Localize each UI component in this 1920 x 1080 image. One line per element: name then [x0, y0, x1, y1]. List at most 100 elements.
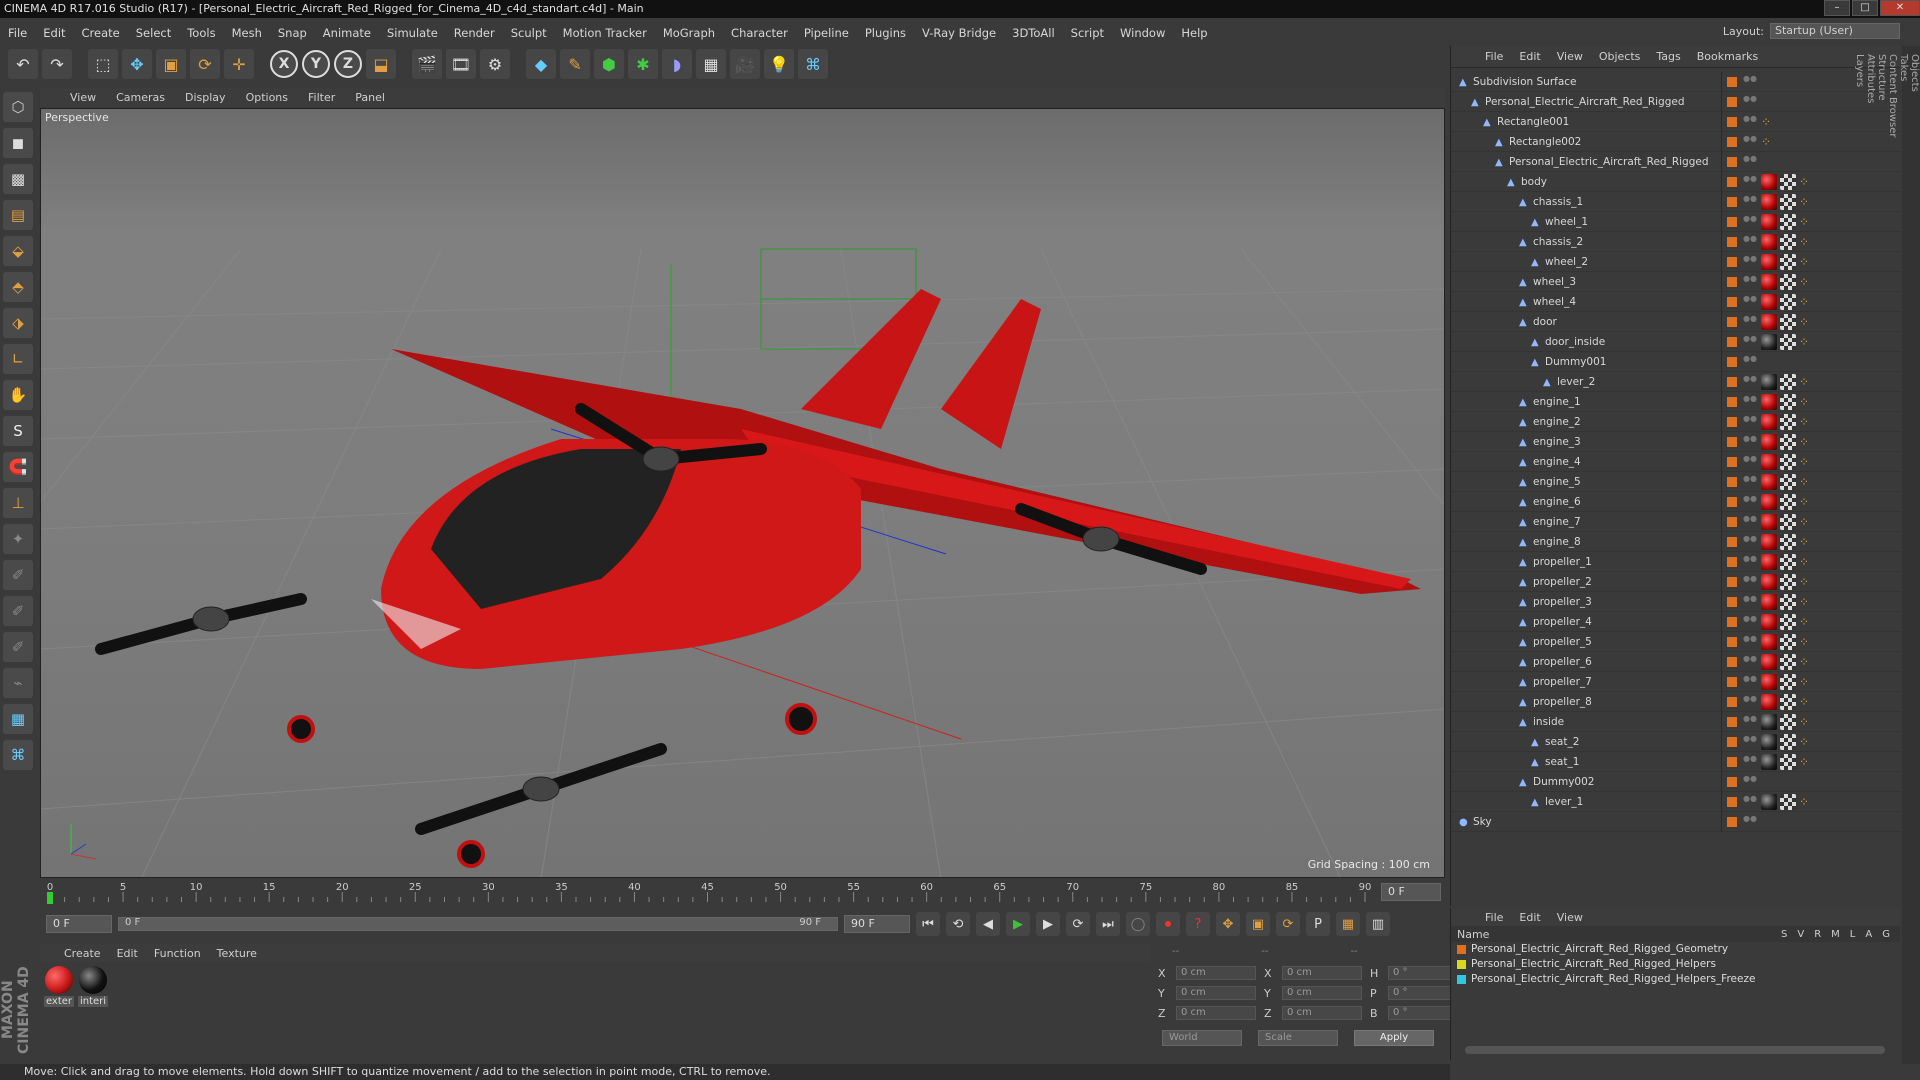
layer-row[interactable]: Personal_Electric_Aircraft_Red_Rigged_Ge…	[1451, 942, 1900, 957]
uvw-tag-icon[interactable]	[1780, 294, 1796, 310]
menu-pipeline[interactable]: Pipeline	[796, 26, 857, 40]
phong-tag-icon[interactable]: ⁘	[1799, 634, 1815, 650]
layer-color-swatch[interactable]	[1727, 657, 1737, 667]
menu-script[interactable]: Script	[1063, 26, 1112, 40]
layer-color-swatch[interactable]	[1727, 637, 1737, 647]
minimize-button[interactable]: –	[1824, 0, 1850, 16]
lock-workplane-icon[interactable]: ▦	[3, 704, 33, 734]
phong-tag-icon[interactable]: ⁘	[1799, 374, 1815, 390]
red-material-tag-icon[interactable]	[1761, 174, 1777, 190]
red-material-tag-icon[interactable]	[1761, 414, 1777, 430]
uvw-tag-icon[interactable]	[1780, 674, 1796, 690]
red-material-tag-icon[interactable]	[1761, 294, 1777, 310]
layer-color-swatch[interactable]	[1727, 597, 1737, 607]
viewport-menu-cameras[interactable]: Cameras	[106, 91, 175, 104]
phong-tag-icon[interactable]: ⁘	[1799, 754, 1815, 770]
object-row[interactable]: ▲ propeller_8 ●● ⁘	[1451, 692, 1901, 712]
visibility-dots[interactable]: ●●	[1743, 215, 1757, 229]
visibility-dots[interactable]: ●●	[1743, 235, 1757, 249]
layer-menu-view[interactable]: View	[1549, 911, 1591, 924]
uvw-tag-icon[interactable]	[1780, 574, 1796, 590]
layer-color-swatch[interactable]	[1457, 960, 1466, 969]
red-material-tag-icon[interactable]	[1761, 454, 1777, 470]
key-rotation-icon[interactable]: ⟳	[1276, 912, 1300, 936]
layer-color-swatch[interactable]	[1727, 277, 1737, 287]
layer-color-swatch[interactable]	[1727, 697, 1737, 707]
object-row[interactable]: ▲ engine_1 ●● ⁘	[1451, 392, 1901, 412]
menu-window[interactable]: Window	[1112, 26, 1173, 40]
python-icon[interactable]: ⌘	[798, 49, 828, 79]
layer-color-swatch[interactable]	[1727, 457, 1737, 467]
size-y-field[interactable]: 0 cm	[1282, 986, 1362, 1000]
transform-tool-icon[interactable]: ✛	[224, 49, 254, 79]
axis-widget-icon[interactable]: ⊥	[3, 488, 33, 518]
3d-viewport[interactable]: Perspective Grid Spacing : 100 cm	[40, 108, 1445, 878]
key-parameter-icon[interactable]: P	[1306, 912, 1330, 936]
object-row[interactable]: ▲ engine_8 ●● ⁘	[1451, 532, 1901, 552]
key-point-level-icon[interactable]: ▦	[1336, 912, 1360, 936]
object-row[interactable]: ▲ engine_2 ●● ⁘	[1451, 412, 1901, 432]
object-row[interactable]: ▲ inside ●● ⁘	[1451, 712, 1901, 732]
object-row[interactable]: ▲ Rectangle001 ●● ⁘	[1451, 112, 1901, 132]
phong-tag-icon[interactable]: ⁘	[1799, 174, 1815, 190]
phong-tag-icon[interactable]: ⁘	[1799, 454, 1815, 470]
layer-color-swatch[interactable]	[1727, 737, 1737, 747]
red-material-tag-icon[interactable]	[1761, 254, 1777, 270]
object-row[interactable]: ▲ door ●● ⁘	[1451, 312, 1901, 332]
menu-snap[interactable]: Snap	[270, 26, 315, 40]
black-material-tag-icon[interactable]	[1761, 734, 1777, 750]
layer-menu-edit[interactable]: Edit	[1511, 911, 1548, 924]
side-tab-content-browser[interactable]: Content Browser	[1887, 46, 1898, 1064]
object-row[interactable]: ▲ propeller_6 ●● ⁘	[1451, 652, 1901, 672]
menu-v-ray-bridge[interactable]: V-Ray Bridge	[914, 26, 1004, 40]
visibility-dots[interactable]: ●●	[1743, 135, 1757, 149]
phong-tag-icon[interactable]: ⁘	[1799, 334, 1815, 350]
layer-color-swatch[interactable]	[1727, 357, 1737, 367]
uvw-tag-icon[interactable]	[1780, 194, 1796, 210]
visibility-dots[interactable]: ●●	[1743, 815, 1757, 829]
visibility-dots[interactable]: ●●	[1743, 635, 1757, 649]
object-row[interactable]: ▲ propeller_1 ●● ⁘	[1451, 552, 1901, 572]
red-material-tag-icon[interactable]	[1761, 594, 1777, 610]
layer-color-swatch[interactable]	[1727, 257, 1737, 267]
object-menu-file[interactable]: File	[1477, 50, 1511, 63]
autokey-icon[interactable]: ?	[1186, 912, 1210, 936]
red-material-tag-icon[interactable]	[1761, 634, 1777, 650]
phong-tag-icon[interactable]: ⁘	[1799, 534, 1815, 550]
menu-create[interactable]: Create	[74, 26, 128, 40]
frame-range-slider[interactable]: 0 F 90 F	[118, 917, 838, 931]
phong-tag-icon[interactable]: ⁘	[1799, 714, 1815, 730]
visibility-dots[interactable]: ●●	[1743, 175, 1757, 189]
visibility-dots[interactable]: ●●	[1743, 715, 1757, 729]
object-row[interactable]: ▲ lever_1 ●● ⁘	[1451, 792, 1901, 812]
python-script-icon[interactable]: ⌘	[3, 740, 33, 770]
texture-mode-icon[interactable]: ▩	[3, 164, 33, 194]
layer-color-swatch[interactable]	[1727, 77, 1737, 87]
visibility-dots[interactable]: ●●	[1743, 255, 1757, 269]
object-row[interactable]: ▲ Dummy001 ●●	[1451, 352, 1901, 372]
uvw-tag-icon[interactable]	[1780, 614, 1796, 630]
menu-simulate[interactable]: Simulate	[379, 26, 446, 40]
red-material-tag-icon[interactable]	[1761, 674, 1777, 690]
material-swatch-interi[interactable]: interi	[78, 966, 108, 1007]
red-material-tag-icon[interactable]	[1761, 514, 1777, 530]
layer-color-swatch[interactable]	[1727, 117, 1737, 127]
uvw-tag-icon[interactable]	[1780, 754, 1796, 770]
red-material-tag-icon[interactable]	[1761, 694, 1777, 710]
floor-icon[interactable]: ▦	[696, 49, 726, 79]
phong-tag-icon[interactable]: ⁘	[1799, 414, 1815, 430]
uvw-tag-icon[interactable]	[1780, 394, 1796, 410]
menu-mesh[interactable]: Mesh	[224, 26, 270, 40]
material-menu-function[interactable]: Function	[146, 947, 209, 960]
object-row[interactable]: ▲ chassis_1 ●● ⁘	[1451, 192, 1901, 212]
side-tab-attributes[interactable]: Attributes	[1865, 46, 1876, 1064]
black-material-tag-icon[interactable]	[1761, 794, 1777, 810]
camera-label[interactable]: Perspective	[45, 111, 109, 124]
object-row[interactable]: ▲ wheel_2 ●● ⁘	[1451, 252, 1901, 272]
object-menu-edit[interactable]: Edit	[1511, 50, 1548, 63]
phong-tag-icon[interactable]: ⁘	[1799, 594, 1815, 610]
playhead[interactable]	[47, 892, 53, 904]
object-row[interactable]: ▲ engine_3 ●● ⁘	[1451, 432, 1901, 452]
uvw-tag-icon[interactable]	[1780, 554, 1796, 570]
uvw-tag-icon[interactable]	[1780, 794, 1796, 810]
